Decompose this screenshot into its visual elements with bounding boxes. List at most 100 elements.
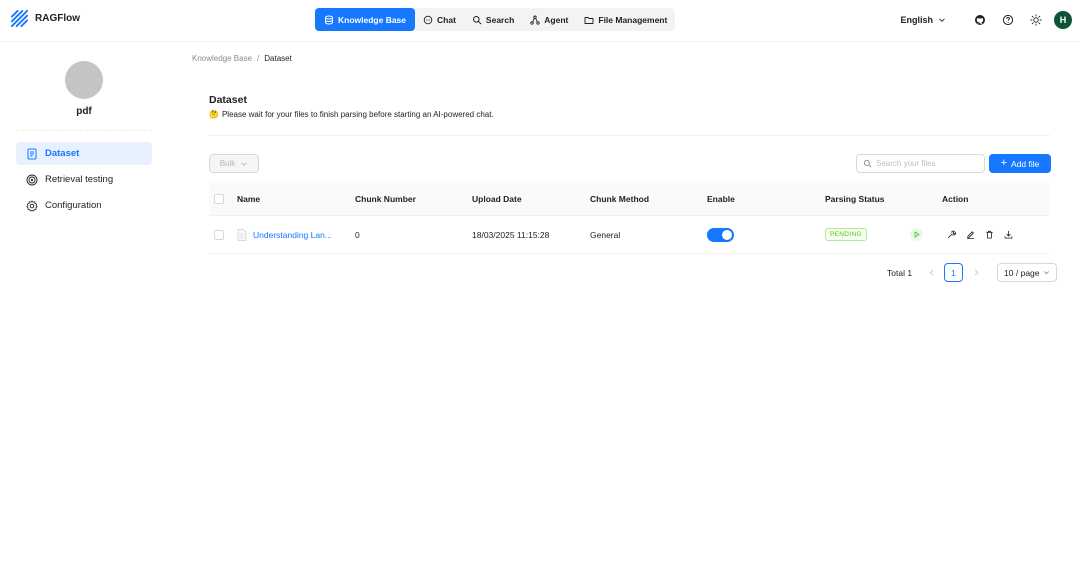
page-title: Dataset — [209, 94, 247, 106]
nav-label: Chat — [437, 14, 456, 25]
sidebar-divider — [16, 130, 152, 131]
language-label: English — [900, 15, 933, 25]
select-all-checkbox[interactable] — [214, 194, 224, 204]
nav-search[interactable]: Search — [464, 8, 522, 31]
sidebar-item-label: Configuration — [45, 200, 102, 211]
sidebar-item-label: Retrieval testing — [45, 174, 114, 185]
tool-icon[interactable] — [947, 230, 956, 239]
chevron-down-icon — [939, 18, 945, 22]
document-icon — [27, 148, 37, 159]
search-icon — [472, 15, 482, 24]
page-subtitle: 🤔 Please wait for your files to finish p… — [209, 110, 494, 119]
header-checkbox-cell — [214, 183, 224, 215]
prev-page-icon[interactable] — [924, 269, 938, 276]
app-name: RAGFlow — [35, 13, 80, 24]
file-name-link[interactable]: Understanding Lan... — [253, 230, 332, 240]
header-actions: English H — [900, 11, 1072, 29]
column-header: Action — [942, 194, 969, 204]
search-files-input[interactable] — [876, 159, 976, 168]
delete-icon[interactable] — [985, 230, 994, 239]
edit-icon[interactable] — [966, 230, 975, 239]
target-icon — [26, 174, 38, 185]
column-header[interactable]: Enable — [707, 183, 735, 215]
bulk-label: Bulk — [219, 159, 236, 168]
chevron-down-icon — [241, 161, 248, 166]
column-header[interactable]: Upload Date — [472, 183, 522, 215]
title-divider — [209, 135, 1050, 136]
download-icon[interactable] — [1004, 230, 1013, 239]
nav-chat[interactable]: Chat — [415, 8, 464, 31]
breadcrumb-separator: / — [257, 54, 260, 63]
pagination: Total 1 1 10 / page — [887, 263, 1058, 282]
database-icon — [325, 15, 333, 25]
enable-cell — [707, 216, 734, 253]
add-file-label: Add file — [1011, 158, 1040, 169]
search-icon — [863, 159, 872, 168]
pagination-total: Total 1 — [887, 267, 913, 278]
run-parse-cell — [910, 216, 923, 253]
play-icon — [914, 231, 920, 238]
row-checkbox[interactable] — [214, 229, 224, 240]
sidebar: pdf Dataset Retrieval testing Configurat… — [0, 42, 168, 566]
sun-icon[interactable] — [1030, 14, 1042, 26]
app-logo[interactable]: RAGFlow — [10, 9, 80, 28]
chat-icon — [423, 15, 433, 24]
action-cell — [947, 216, 1023, 253]
bulk-button[interactable]: Bulk — [209, 154, 259, 173]
breadcrumb: Knowledge Base / Dataset — [192, 54, 292, 63]
sidebar-item-configuration[interactable]: Configuration — [16, 194, 152, 217]
language-selector[interactable]: English — [900, 15, 946, 25]
github-icon[interactable] — [974, 14, 986, 26]
table-row: Understanding Lan... 0 18/03/2025 11:15:… — [209, 216, 1050, 254]
nav-knowledge-base[interactable]: Knowledge Base — [315, 8, 416, 31]
table-header: Name Chunk Number Upload Date Chunk Meth… — [209, 183, 1050, 216]
page-button-1[interactable]: 1 — [944, 263, 964, 282]
page-subtitle-text: Please wait for your files to finish par… — [221, 110, 494, 119]
top-header: RAGFlow Knowledge Base Chat Search Agent… — [0, 0, 1080, 42]
kb-avatar — [65, 61, 103, 99]
row-checkbox-cell — [214, 216, 224, 253]
add-file-button[interactable]: + Add file — [989, 154, 1051, 173]
column-header[interactable]: Parsing Status — [825, 183, 885, 215]
thinking-face-icon: 🤔 — [209, 110, 219, 119]
user-avatar[interactable]: H — [1054, 11, 1072, 29]
toggle-knob — [722, 229, 732, 240]
nav-agent[interactable]: Agent — [522, 8, 576, 31]
main-nav: Knowledge Base Chat Search Agent File Ma… — [315, 8, 676, 31]
kb-name: pdf — [76, 106, 92, 117]
page-size-label: 10 / page — [1004, 267, 1040, 278]
parsing-status-cell: PENDING — [825, 216, 867, 253]
file-name-cell: Understanding Lan... — [237, 216, 332, 253]
help-icon[interactable] — [1002, 14, 1014, 26]
sidebar-item-retrieval-testing[interactable]: Retrieval testing — [16, 168, 152, 191]
chunk-method-cell: General — [590, 229, 621, 240]
search-files-box[interactable] — [856, 154, 985, 173]
sidebar-item-dataset[interactable]: Dataset — [16, 142, 152, 165]
file-icon — [237, 228, 247, 241]
upload-date-cell: 18/03/2025 11:15:28 — [472, 229, 550, 240]
chevron-down-icon — [1044, 271, 1050, 275]
column-header[interactable]: Chunk Number — [355, 183, 416, 215]
nav-label: Search — [485, 14, 515, 25]
column-header[interactable]: Chunk Method — [590, 183, 649, 215]
run-parse-button[interactable] — [910, 228, 923, 241]
plus-icon: + — [1000, 157, 1008, 169]
files-table: Name Chunk Number Upload Date Chunk Meth… — [209, 183, 1050, 254]
nav-file-management[interactable]: File Management — [576, 8, 675, 31]
page-size-select[interactable]: 10 / page — [997, 263, 1058, 282]
gear-icon — [26, 199, 38, 211]
folder-icon — [584, 16, 594, 24]
agent-icon — [530, 15, 540, 25]
sidebar-item-label: Dataset — [45, 148, 80, 159]
nav-label: Agent — [544, 14, 569, 25]
ragflow-logo-icon — [10, 9, 29, 28]
breadcrumb-parent[interactable]: Knowledge Base — [192, 54, 252, 63]
enable-toggle[interactable] — [707, 227, 734, 242]
breadcrumb-current: Dataset — [264, 54, 292, 63]
status-badge: PENDING — [825, 228, 867, 241]
nav-label: File Management — [598, 14, 668, 25]
chunk-number-cell: 0 — [355, 229, 360, 240]
next-page-icon[interactable] — [969, 269, 983, 276]
nav-label: Knowledge Base — [338, 14, 407, 25]
column-header[interactable]: Name — [237, 183, 260, 215]
